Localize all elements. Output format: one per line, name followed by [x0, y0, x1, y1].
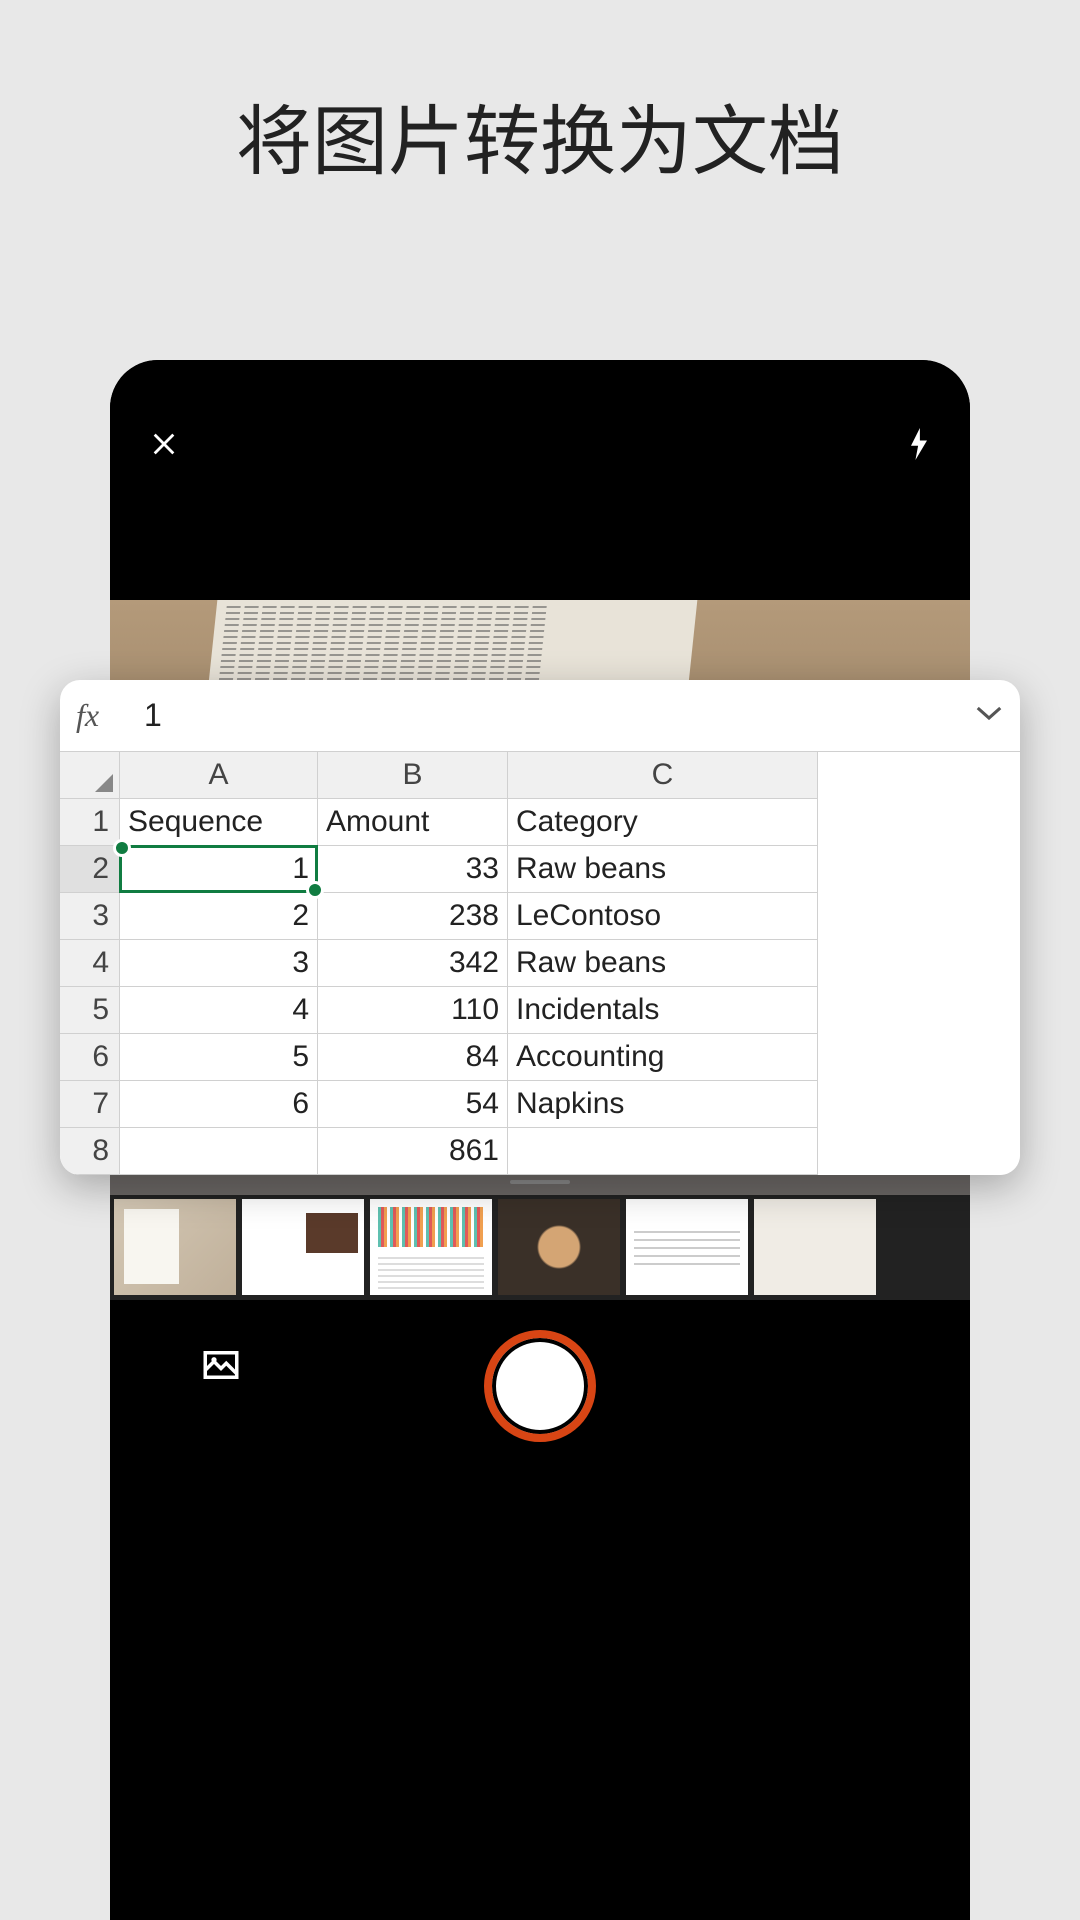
template-thumbnail[interactable]: [114, 1199, 236, 1295]
table-row: 2 1 33 Raw beans: [60, 846, 1020, 893]
table-row: 4 3 342 Raw beans: [60, 940, 1020, 987]
flash-icon[interactable]: [908, 428, 930, 465]
table-row: 5 4 110 Incidentals: [60, 987, 1020, 1034]
cell[interactable]: Napkins: [508, 1081, 818, 1128]
cell[interactable]: LeContoso: [508, 893, 818, 940]
table-row: 6 5 84 Accounting: [60, 1034, 1020, 1081]
cell[interactable]: 1: [120, 846, 318, 893]
table-row: 8 861: [60, 1128, 1020, 1175]
drag-handle-icon[interactable]: [510, 1180, 570, 1184]
row-header[interactable]: 3: [60, 893, 120, 940]
cell[interactable]: Incidentals: [508, 987, 818, 1034]
close-icon[interactable]: [150, 428, 178, 467]
cell[interactable]: Raw beans: [508, 846, 818, 893]
cell[interactable]: 2: [120, 893, 318, 940]
cell[interactable]: 33: [318, 846, 508, 893]
cell[interactable]: 342: [318, 940, 508, 987]
chevron-down-icon[interactable]: [974, 704, 1004, 727]
shutter-button[interactable]: [484, 1330, 596, 1442]
cell[interactable]: 54: [318, 1081, 508, 1128]
column-header-row: A B C: [60, 752, 1020, 799]
fx-label: fx: [76, 697, 130, 734]
row-header[interactable]: 4: [60, 940, 120, 987]
cell[interactable]: 110: [318, 987, 508, 1034]
table-row: 7 6 54 Napkins: [60, 1081, 1020, 1128]
cell[interactable]: 861: [318, 1128, 508, 1175]
formula-input[interactable]: 1: [130, 697, 974, 734]
camera-top-bar: [110, 360, 970, 600]
template-thumbnail[interactable]: [626, 1199, 748, 1295]
table-row: 1 Sequence Amount Category: [60, 799, 1020, 846]
cell[interactable]: [120, 1128, 318, 1175]
row-header[interactable]: 6: [60, 1034, 120, 1081]
column-header[interactable]: C: [508, 752, 818, 799]
select-all-corner[interactable]: [60, 752, 120, 799]
template-thumbnail[interactable]: [498, 1199, 620, 1295]
camera-bottom-bar: [110, 1300, 970, 1920]
gallery-icon[interactable]: [200, 1344, 242, 1391]
cell[interactable]: [508, 1128, 818, 1175]
template-thumbnail[interactable]: [754, 1199, 876, 1295]
row-header[interactable]: 5: [60, 987, 120, 1034]
cell[interactable]: Sequence: [120, 799, 318, 846]
row-header[interactable]: 7: [60, 1081, 120, 1128]
spreadsheet-grid[interactable]: A B C 1 Sequence Amount Category 2 1 33 …: [60, 752, 1020, 1175]
spreadsheet-overlay: fx 1 A B C 1 Sequence Amount Category 2 …: [60, 680, 1020, 1175]
column-header[interactable]: B: [318, 752, 508, 799]
cell[interactable]: Accounting: [508, 1034, 818, 1081]
table-row: 3 2 238 LeContoso: [60, 893, 1020, 940]
column-header[interactable]: A: [120, 752, 318, 799]
template-thumbnail[interactable]: [370, 1199, 492, 1295]
cell[interactable]: 238: [318, 893, 508, 940]
cell[interactable]: 6: [120, 1081, 318, 1128]
cell[interactable]: Amount: [318, 799, 508, 846]
cell[interactable]: 5: [120, 1034, 318, 1081]
row-header[interactable]: 1: [60, 799, 120, 846]
cell[interactable]: Category: [508, 799, 818, 846]
formula-bar: fx 1: [60, 680, 1020, 752]
cell[interactable]: 4: [120, 987, 318, 1034]
cell[interactable]: 84: [318, 1034, 508, 1081]
template-thumbnails: [110, 1195, 970, 1300]
cell[interactable]: 3: [120, 940, 318, 987]
cell[interactable]: Raw beans: [508, 940, 818, 987]
template-thumbnail[interactable]: [242, 1199, 364, 1295]
page-title: 将图片转换为文档: [0, 0, 1080, 190]
row-header[interactable]: 2: [60, 846, 120, 893]
row-header[interactable]: 8: [60, 1128, 120, 1175]
